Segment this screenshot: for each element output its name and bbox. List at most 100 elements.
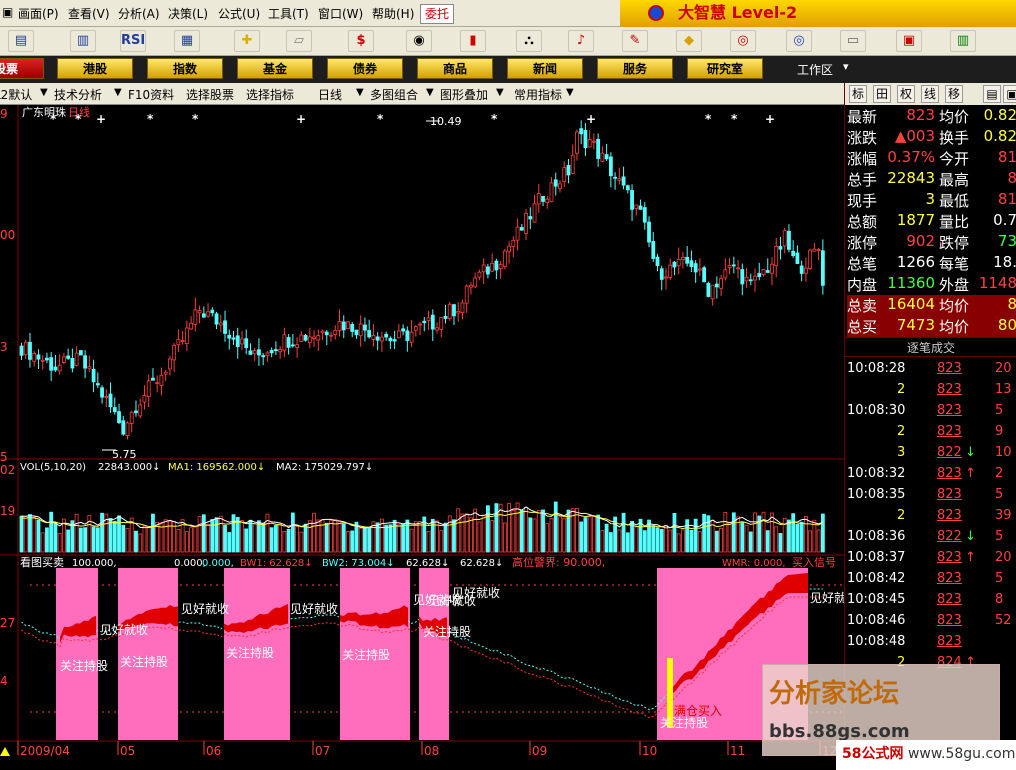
volume-bar bbox=[804, 515, 808, 553]
panel-tab-4[interactable]: 移 bbox=[945, 85, 963, 103]
opt-dropdown-icon[interactable]: ▼ bbox=[426, 87, 434, 98]
opt-1[interactable]: 技术分析 bbox=[54, 86, 102, 103]
month-label: 06 bbox=[206, 744, 221, 758]
opt-7[interactable]: 图形叠加 bbox=[440, 86, 488, 103]
panel-tab-0[interactable]: 标 bbox=[849, 85, 867, 103]
quote-value: 0.7 bbox=[993, 211, 1016, 229]
menu-analysis[interactable]: 分析(A) bbox=[118, 5, 160, 22]
ruler-icon[interactable]: ▱ bbox=[286, 30, 312, 52]
panel-menu-icon[interactable]: ▤ bbox=[983, 85, 1001, 103]
bars-icon[interactable]: ▮ bbox=[460, 30, 486, 52]
dollar2-icon[interactable]: ◎ bbox=[730, 30, 756, 52]
tick-volume: 5 bbox=[995, 487, 1004, 502]
app-icon[interactable]: ▣ bbox=[2, 5, 13, 19]
volume-bar bbox=[443, 522, 448, 553]
dollar3-icon[interactable]: ◎ bbox=[786, 30, 812, 52]
volume-bar bbox=[490, 520, 495, 553]
opt-3[interactable]: 选择股票 bbox=[186, 86, 234, 103]
candle-body bbox=[477, 271, 482, 278]
chart-icon[interactable]: ▤ bbox=[8, 30, 34, 52]
volume-bar bbox=[28, 514, 32, 553]
opt-6[interactable]: 多图组合 bbox=[370, 86, 418, 103]
opt-dropdown-icon[interactable]: ▼ bbox=[496, 87, 504, 98]
volume-bar bbox=[337, 521, 342, 553]
ind-value: 0.000, bbox=[202, 558, 234, 569]
tick-price: 823 bbox=[937, 487, 962, 502]
menu-help[interactable]: 帮助(H) bbox=[372, 5, 414, 22]
opt-2[interactable]: F10资料 bbox=[128, 86, 174, 103]
diamond-icon[interactable]: ◆ bbox=[676, 30, 702, 52]
nav-6[interactable]: 新闻 bbox=[507, 58, 583, 79]
event-marker: * bbox=[705, 112, 712, 126]
tick-price: 823 bbox=[937, 550, 962, 565]
candle-body bbox=[685, 256, 690, 264]
work-area-label[interactable]: 工作区 bbox=[797, 61, 833, 78]
quote-label: 总卖 bbox=[847, 297, 878, 315]
hold-label: 关注持股 bbox=[342, 647, 390, 662]
panel-tab-3[interactable]: 线 bbox=[921, 85, 939, 103]
candle-body bbox=[70, 357, 75, 369]
panel-tab-1[interactable]: 田 bbox=[873, 85, 891, 103]
menu-view-screen[interactable]: 画面(P) bbox=[18, 5, 59, 22]
nav-2[interactable]: 指数 bbox=[147, 58, 223, 79]
opt-4[interactable]: 选择指标 bbox=[246, 86, 294, 103]
hold-label: 关注持股 bbox=[226, 645, 274, 660]
tick-price: 823 bbox=[937, 424, 962, 439]
stock-chart[interactable]: 广东明珠 日线90035* * + * * + * * + * * +10.495.75VOL(5,10… bbox=[0, 105, 844, 770]
tick-time: 10:08:30 bbox=[847, 403, 906, 418]
panel-tab-2[interactable]: 权 bbox=[897, 85, 915, 103]
opt-5[interactable]: 日线 bbox=[318, 86, 342, 103]
chart2-icon[interactable]: ▥ bbox=[70, 30, 96, 52]
quote-value: 3 bbox=[925, 190, 935, 208]
board-icon[interactable]: ▦ bbox=[174, 30, 200, 52]
candle-body bbox=[146, 380, 151, 398]
candle-body bbox=[587, 139, 592, 148]
nav-8[interactable]: 研究室 bbox=[687, 58, 763, 79]
work-area-dropdown-icon[interactable]: ▾ bbox=[843, 60, 849, 73]
candle-body bbox=[384, 333, 389, 338]
tick-price: 823 bbox=[937, 361, 962, 376]
opt-8[interactable]: 常用指标 bbox=[514, 86, 562, 103]
eye-icon[interactable]: ◉ bbox=[406, 30, 432, 52]
pen-icon[interactable]: ✎ bbox=[622, 30, 648, 52]
nav-3[interactable]: 基金 bbox=[237, 58, 313, 79]
menu-window[interactable]: 窗口(W) bbox=[318, 5, 363, 22]
opt-dropdown-icon[interactable]: ▼ bbox=[40, 87, 48, 98]
volume-bar bbox=[498, 503, 503, 553]
nav-4[interactable]: 债券 bbox=[327, 58, 403, 79]
nav-5[interactable]: 商品 bbox=[417, 58, 493, 79]
quote-row: 最新 823 均价 0.82 bbox=[847, 106, 1016, 127]
binoculars-icon[interactable]: ⛬ bbox=[516, 30, 542, 52]
bell-icon[interactable]: ♪ bbox=[568, 30, 594, 52]
volume-bar bbox=[269, 527, 274, 553]
nav-7[interactable]: 服务 bbox=[597, 58, 673, 79]
rsi-icon[interactable]: RSI bbox=[120, 30, 146, 52]
menu-decision[interactable]: 决策(L) bbox=[168, 5, 208, 22]
vol-header: VOL(5,10,20) bbox=[20, 462, 86, 473]
tick-volume: 9 bbox=[995, 424, 1004, 439]
move-icon[interactable]: ✚ bbox=[234, 30, 260, 52]
panel-window-icon[interactable]: ▣ bbox=[1003, 85, 1016, 103]
menu-tools[interactable]: 工具(T) bbox=[268, 5, 309, 22]
menu-trade[interactable]: 委托 bbox=[420, 4, 455, 24]
nav-1[interactable]: 港股 bbox=[57, 58, 133, 79]
opt-dropdown-icon[interactable]: ▼ bbox=[114, 87, 122, 98]
candle-body bbox=[117, 411, 121, 423]
tick-time: 10:08:45 bbox=[847, 592, 906, 607]
nav-0[interactable]: 股票 bbox=[0, 58, 44, 79]
window-icon[interactable]: ▣ bbox=[896, 30, 922, 52]
menu-view[interactable]: 查看(V) bbox=[68, 5, 110, 22]
print-icon[interactable]: ▭ bbox=[840, 30, 866, 52]
opt-0[interactable]: L2默认 bbox=[0, 86, 32, 103]
volume-bar bbox=[791, 513, 796, 553]
candle-body bbox=[91, 368, 96, 383]
menu-formula[interactable]: 公式(U) bbox=[218, 5, 260, 22]
opt-dropdown-icon[interactable]: ▼ bbox=[566, 87, 574, 98]
candle-body bbox=[430, 314, 435, 330]
quote-value: 823 bbox=[906, 106, 935, 124]
dollar-icon[interactable]: $ bbox=[348, 30, 374, 52]
opt-dropdown-icon[interactable]: ▼ bbox=[356, 87, 364, 98]
barchart-icon[interactable]: ▥ bbox=[950, 30, 976, 52]
volume-bar bbox=[494, 503, 499, 553]
candle-body bbox=[562, 167, 567, 182]
